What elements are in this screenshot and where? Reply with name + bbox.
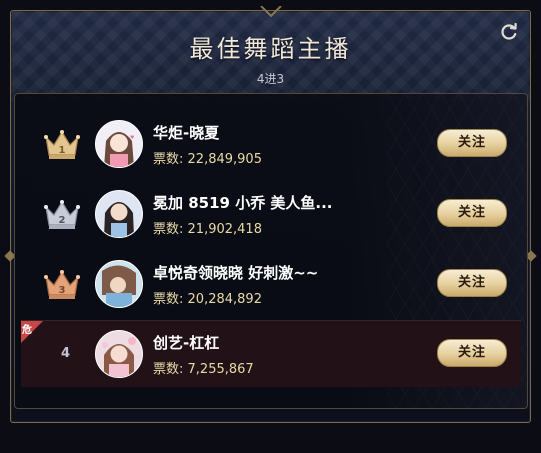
vote-value: 22,849,905 (187, 152, 262, 167)
refresh-icon[interactable] (499, 22, 519, 42)
vote-label: 票数: (153, 152, 184, 167)
vote-count: 票数: 20,284,892 (153, 288, 262, 307)
follow-button[interactable]: 关注 (437, 269, 507, 297)
streamer-name[interactable]: 创艺-杠杠 (153, 332, 219, 353)
page-title: 最佳舞蹈主播 (189, 35, 352, 63)
vote-count: 票数: 21,902,418 (153, 218, 262, 237)
vote-label: 票数: (153, 222, 184, 237)
streamer-name[interactable]: 华炬-晓夏 (153, 122, 219, 143)
rank-number: 4 (61, 346, 71, 361)
follow-button[interactable]: 关注 (437, 199, 507, 227)
bronze-crown-icon: 3 (44, 270, 80, 299)
list-item: 危 4 创艺-杠杠 票数: 7,255,867 关注 (21, 320, 521, 387)
avatar[interactable]: ♥ (95, 120, 143, 168)
gold-crown-icon: 1 (44, 130, 80, 159)
follow-button[interactable]: 关注 (437, 129, 507, 157)
vote-count: 票数: 7,255,867 (153, 358, 254, 377)
vote-count: 票数: 22,849,905 (153, 148, 262, 167)
follow-button[interactable]: 关注 (437, 339, 507, 367)
avatar[interactable] (95, 190, 143, 238)
vote-value: 21,902,418 (187, 222, 262, 237)
svg-text:1: 1 (59, 145, 66, 156)
vote-value: 7,255,867 (187, 362, 254, 377)
list-item: 1 ♥ 华炬-晓夏 票数: 22,849,905 关注 (21, 111, 521, 177)
avatar[interactable] (95, 330, 143, 378)
danger-label: 危 (22, 325, 32, 336)
avatar[interactable] (95, 260, 143, 308)
svg-text:2: 2 (59, 215, 66, 226)
list-item: 3 卓悦奇领晓晓 好刺激~~ 票数: 20,284,892 关注 (21, 251, 521, 317)
vote-label: 票数: (153, 292, 184, 307)
list-item: 2 冕加 8519 小乔 美人鱼... 票数: 21,902,418 关注 (21, 181, 521, 247)
vote-value: 20,284,892 (187, 292, 262, 307)
svg-text:3: 3 (59, 285, 66, 296)
silver-crown-icon: 2 (44, 200, 80, 229)
streamer-name[interactable]: 卓悦奇领晓晓 好刺激~~ (153, 262, 318, 283)
ranking-list: 1 ♥ 华炬-晓夏 票数: 22,849,905 关注 2 冕加 8519 小乔… (14, 93, 528, 409)
svg-text:♥: ♥ (130, 135, 135, 141)
round-subtitle: 4进3 (256, 72, 285, 86)
vote-label: 票数: (153, 362, 184, 377)
top-ornament-icon (260, 6, 282, 18)
streamer-name[interactable]: 冕加 8519 小乔 美人鱼... (153, 192, 333, 213)
